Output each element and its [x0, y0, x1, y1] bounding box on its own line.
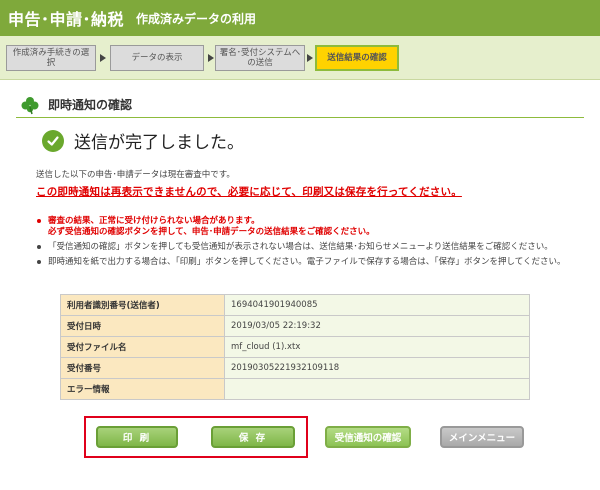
check-receipt-button[interactable]: 受信通知の確認: [325, 426, 411, 448]
step-select-procedure: 作成済み手続きの選択: [6, 45, 96, 71]
step-arrow-icon: [307, 54, 313, 62]
completion-status: 送信が完了しました。: [42, 128, 244, 153]
table-row: 受付日時 2019/03/05 22:19:32: [60, 315, 530, 337]
table-row: エラー情報: [60, 378, 530, 400]
row-value: [224, 378, 530, 400]
bullet-text: 審査の結果、正常に受け付けられない場合があります。: [48, 216, 260, 226]
check-icon: [42, 129, 64, 152]
print-button[interactable]: 印 刷: [96, 426, 178, 448]
receipt-info-table: 利用者識別番号(送信者) 1694041901940085 受付日時 2019/…: [60, 294, 530, 400]
step-arrow-icon: [100, 54, 106, 62]
bullet-text: 必ず受信通知の確認ボタンを押して、申告･申請データの送信結果をご確認ください。: [48, 227, 375, 237]
bullet-dot: [37, 260, 41, 264]
table-row: 利用者識別番号(送信者) 1694041901940085: [60, 294, 530, 316]
row-label: 利用者識別番号(送信者): [60, 294, 225, 316]
row-value: 20190305221932109118: [224, 357, 530, 379]
list-item: 審査の結果、正常に受け付けられない場合があります。 必ず受信通知の確認ボタンを押…: [36, 216, 596, 238]
completion-message: 送信が完了しました。: [74, 133, 244, 153]
clover-icon: [20, 95, 40, 115]
step-arrow-icon: [208, 54, 214, 62]
row-label: 受付番号: [60, 357, 225, 379]
bullet-dot: [37, 245, 41, 249]
row-value: 1694041901940085: [224, 294, 530, 316]
section-header: 即時通知の確認: [16, 92, 584, 118]
table-row: 受付番号 20190305221932109118: [60, 357, 530, 379]
step-confirm-result: 送信結果の確認: [315, 45, 399, 71]
notice-list: 審査の結果、正常に受け付けられない場合があります。 必ず受信通知の確認ボタンを押…: [36, 216, 596, 272]
list-item: 即時通知を紙で出力する場合は、「印刷」ボタンを押してください。電子ファイルで保存…: [36, 257, 596, 268]
app-header: 申告･申請･納税 作成済みデータの利用: [0, 0, 600, 36]
main-menu-button[interactable]: メインメニュー: [440, 426, 524, 448]
step-send: 署名･受付システムへの送信: [215, 45, 305, 71]
step-show-data: データの表示: [110, 45, 204, 71]
save-button[interactable]: 保 存: [211, 426, 295, 448]
row-label: 受付日時: [60, 315, 225, 337]
app-subtitle: 作成済みデータの利用: [136, 11, 257, 26]
bullet-dot: [37, 219, 41, 223]
app-title: 申告･申請･納税: [8, 10, 125, 29]
row-value: 2019/03/05 22:19:32: [224, 315, 530, 337]
section-title: 即時通知の確認: [48, 98, 133, 112]
warning-text: この即時通知は再表示できませんので、必要に応じて、印刷又は保存を行ってください。: [36, 186, 462, 198]
list-item: 「受信通知の確認」ボタンを押しても受信通知が表示されない場合は、送信結果･お知ら…: [36, 242, 596, 253]
progress-steps: 作成済み手続きの選択 データの表示 署名･受付システムへの送信 送信結果の確認: [0, 36, 600, 80]
under-review-text: 送信した以下の申告･申請データは現在審査中です。: [36, 170, 235, 180]
bullet-text: 即時通知を紙で出力する場合は、「印刷」ボタンを押してください。電子ファイルで保存…: [48, 257, 566, 267]
table-row: 受付ファイル名 mf_cloud (1).xtx: [60, 336, 530, 358]
row-value: mf_cloud (1).xtx: [224, 336, 530, 358]
bullet-text: 「受信通知の確認」ボタンを押しても受信通知が表示されない場合は、送信結果･お知ら…: [48, 242, 553, 252]
row-label: 受付ファイル名: [60, 336, 225, 358]
row-label: エラー情報: [60, 378, 225, 400]
